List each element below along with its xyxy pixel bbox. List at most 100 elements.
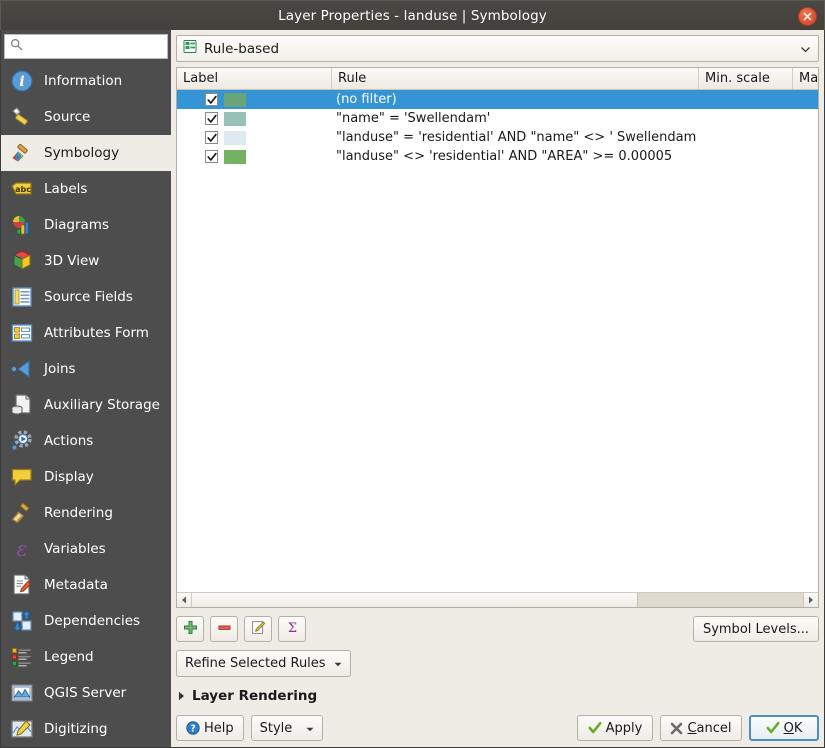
rule-expression-cell[interactable]: "landuse" <> 'residential' AND "AREA" >=… <box>332 149 699 164</box>
attributes-form-icon <box>9 320 35 346</box>
main-panel: Rule-based Label Rule Min. scale Ma (no … <box>171 30 824 747</box>
layer-properties-dialog: Layer Properties - landuse | Symbology <box>0 0 825 748</box>
rules-horizontal-scrollbar[interactable] <box>177 592 818 607</box>
search-box[interactable] <box>4 34 168 59</box>
sidebar-item-attributes-form[interactable]: Attributes Form <box>1 315 171 351</box>
sidebar-item-legend[interactable]: Legend <box>1 639 171 675</box>
sidebar-item-rendering[interactable]: Rendering <box>1 495 171 531</box>
rules-tree-rows: (no filter) "name" = 'Swellendam' "landuse… <box>177 90 818 592</box>
table-row[interactable]: "name" = 'Swellendam' <box>177 109 818 128</box>
sidebar-item-source[interactable]: Source <box>1 99 171 135</box>
metadata-icon <box>9 572 35 598</box>
chevron-down-icon <box>801 41 810 56</box>
column-header-min-scale[interactable]: Min. scale <box>699 68 793 89</box>
sidebar-item-dependencies[interactable]: Dependencies <box>1 603 171 639</box>
rule-symbol-swatch[interactable] <box>224 93 246 107</box>
help-icon: ? <box>186 721 200 735</box>
apply-label: Apply <box>606 721 643 736</box>
sidebar-item-label: Actions <box>44 433 93 449</box>
sidebar-nav-list: iInformationSource Symbology abc Labels Diag… <box>1 63 171 747</box>
column-header-rule[interactable]: Rule <box>332 68 699 89</box>
scroll-left-icon[interactable] <box>177 593 192 607</box>
sidebar-item-variables[interactable]: ε Variables <box>1 531 171 567</box>
edit-rule-button[interactable] <box>244 616 272 642</box>
sidebar-item-3d-view[interactable]: 3D View <box>1 243 171 279</box>
rule-label-cell[interactable] <box>177 93 332 107</box>
sidebar-item-symbology[interactable]: Symbology <box>1 135 171 171</box>
sidebar-item-metadata[interactable]: Metadata <box>1 567 171 603</box>
auxiliary-storage-icon <box>9 392 35 418</box>
ok-button[interactable]: OK <box>749 715 819 741</box>
ok-label: OK <box>784 721 803 736</box>
cancel-button[interactable]: Cancel <box>660 715 742 741</box>
column-header-max-scale[interactable]: Ma <box>793 68 818 89</box>
svg-text:ε: ε <box>16 537 27 561</box>
layer-rendering-label: Layer Rendering <box>192 688 317 704</box>
rule-label-cell[interactable] <box>177 150 332 164</box>
sidebar-item-actions[interactable]: Actions <box>1 423 171 459</box>
scrollbar-thumb[interactable] <box>192 593 638 607</box>
check-icon <box>766 721 780 735</box>
table-row[interactable]: "landuse" = 'residential' AND "name" <> … <box>177 128 818 147</box>
sidebar-item-label: Labels <box>44 181 87 197</box>
check-icon <box>588 721 602 735</box>
sidebar-item-information[interactable]: iInformation <box>1 63 171 99</box>
rule-label-cell[interactable] <box>177 131 332 145</box>
remove-rule-button[interactable] <box>210 616 238 642</box>
search-input[interactable] <box>23 40 162 54</box>
rule-expression-cell[interactable]: "landuse" = 'residential' AND "name" <> … <box>332 130 699 145</box>
sidebar-item-joins[interactable]: Joins <box>1 351 171 387</box>
labels-icon: abc <box>9 176 35 202</box>
style-label: Style <box>260 721 293 736</box>
actions-icon <box>9 428 35 454</box>
style-button[interactable]: Style <box>251 715 324 741</box>
sidebar-item-digitizing[interactable]: Digitizing <box>1 711 171 747</box>
table-row[interactable]: "landuse" <> 'residential' AND "AREA" >=… <box>177 147 818 166</box>
rule-symbol-swatch[interactable] <box>224 131 246 145</box>
sidebar-item-label: Symbology <box>44 145 119 161</box>
close-icon[interactable] <box>798 7 817 26</box>
sidebar-item-label: Attributes Form <box>44 325 149 341</box>
edit-rule-icon <box>251 620 266 639</box>
rule-expression-cell[interactable]: (no filter) <box>332 92 699 107</box>
symbol-levels-button[interactable]: Symbol Levels... <box>693 616 819 642</box>
sidebar-item-auxiliary-storage[interactable]: Auxiliary Storage <box>1 387 171 423</box>
rule-symbol-swatch[interactable] <box>224 150 246 164</box>
svg-text:Σ: Σ <box>287 621 296 635</box>
scrollbar-track[interactable] <box>192 593 803 607</box>
rule-expression-cell[interactable]: "name" = 'Swellendam' <box>332 111 699 126</box>
digitizing-icon <box>9 716 35 742</box>
rule-checkbox[interactable] <box>205 150 218 163</box>
rule-symbol-swatch[interactable] <box>224 112 246 126</box>
sidebar-item-label: QGIS Server <box>44 685 126 701</box>
sidebar-item-diagrams[interactable]: Diagrams <box>1 207 171 243</box>
rule-checkbox[interactable] <box>205 112 218 125</box>
count-features-button[interactable]: Σ <box>278 616 306 642</box>
sidebar-item-labels[interactable]: abc Labels <box>1 171 171 207</box>
dialog-body: iInformationSource Symbology abc Labels Diag… <box>0 30 825 748</box>
renderer-type-combo[interactable]: Rule-based <box>176 35 819 62</box>
rule-label-cell[interactable] <box>177 112 332 126</box>
dialog-footer: ? Help Style Apply <box>176 714 819 742</box>
scroll-right-icon[interactable] <box>803 593 818 607</box>
refine-selected-rules-button[interactable]: Refine Selected Rules <box>176 650 351 677</box>
rule-checkbox[interactable] <box>205 93 218 106</box>
help-button[interactable]: ? Help <box>176 715 244 741</box>
sidebar-item-qgis-server[interactable]: QGIS Server <box>1 675 171 711</box>
sidebar-item-label: Variables <box>44 541 106 557</box>
table-row[interactable]: (no filter) <box>177 90 818 109</box>
symbology-icon <box>9 140 35 166</box>
chevron-down-icon <box>334 656 342 671</box>
sidebar-item-source-fields[interactable]: Source Fields <box>1 279 171 315</box>
sidebar-item-label: Legend <box>44 649 94 665</box>
layer-rendering-section[interactable]: Layer Rendering <box>176 686 819 706</box>
add-rule-button[interactable] <box>176 616 204 642</box>
column-header-label[interactable]: Label <box>177 68 332 89</box>
sidebar-item-label: Source Fields <box>44 289 133 305</box>
sidebar-item-display[interactable]: Display <box>1 459 171 495</box>
svg-text:i: i <box>19 74 24 90</box>
apply-button[interactable]: Apply <box>577 715 653 741</box>
rules-tree: Label Rule Min. scale Ma (no filter) "nam… <box>176 67 819 608</box>
chevron-down-icon <box>306 721 314 736</box>
rule-checkbox[interactable] <box>205 131 218 144</box>
